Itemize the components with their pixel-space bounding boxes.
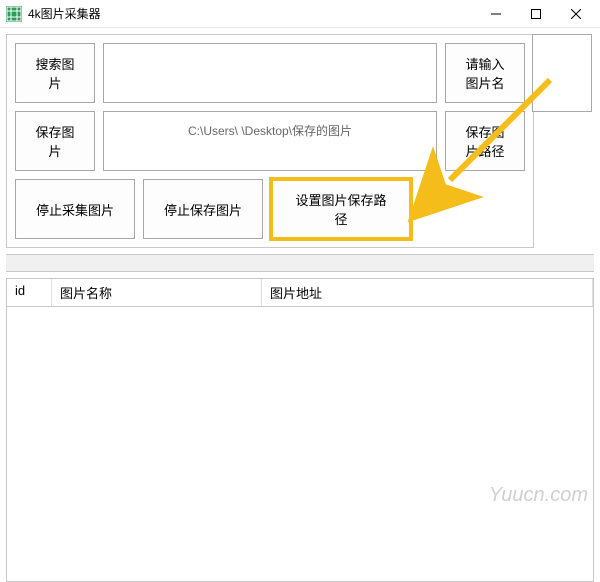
results-table: id 图片名称 图片地址 <box>6 278 594 582</box>
save-path-display: C:\Users\ \Desktop\保存的图片 <box>103 111 437 171</box>
titlebar: 4k图片采集器 <box>0 0 600 28</box>
stop-collect-button[interactable]: 停止采集图片 <box>15 179 135 239</box>
save-button[interactable]: 保存图片 <box>15 111 95 171</box>
table-header: id 图片名称 图片地址 <box>7 279 593 307</box>
search-input[interactable] <box>103 43 437 103</box>
maximize-button[interactable] <box>516 1 556 27</box>
col-id: id <box>7 279 52 306</box>
toolbar-panel: 搜索图片 请输入图片名 保存图片 C:\Users\ \Desktop\保存的图… <box>6 34 534 248</box>
save-path-button[interactable]: 保存图片路径 <box>445 111 525 171</box>
col-url: 图片地址 <box>262 279 593 306</box>
preview-box <box>532 34 592 112</box>
stop-save-button[interactable]: 停止保存图片 <box>143 179 263 239</box>
table-body[interactable] <box>7 307 593 581</box>
image-name-button[interactable]: 请输入图片名 <box>445 43 525 103</box>
separator-band <box>6 254 594 272</box>
search-button[interactable]: 搜索图片 <box>15 43 95 103</box>
app-icon <box>6 6 22 22</box>
window-title: 4k图片采集器 <box>28 5 476 22</box>
col-name: 图片名称 <box>52 279 262 306</box>
set-save-path-button[interactable]: 设置图片保存路径 <box>271 179 411 239</box>
window-controls <box>476 1 596 27</box>
close-button[interactable] <box>556 1 596 27</box>
minimize-button[interactable] <box>476 1 516 27</box>
